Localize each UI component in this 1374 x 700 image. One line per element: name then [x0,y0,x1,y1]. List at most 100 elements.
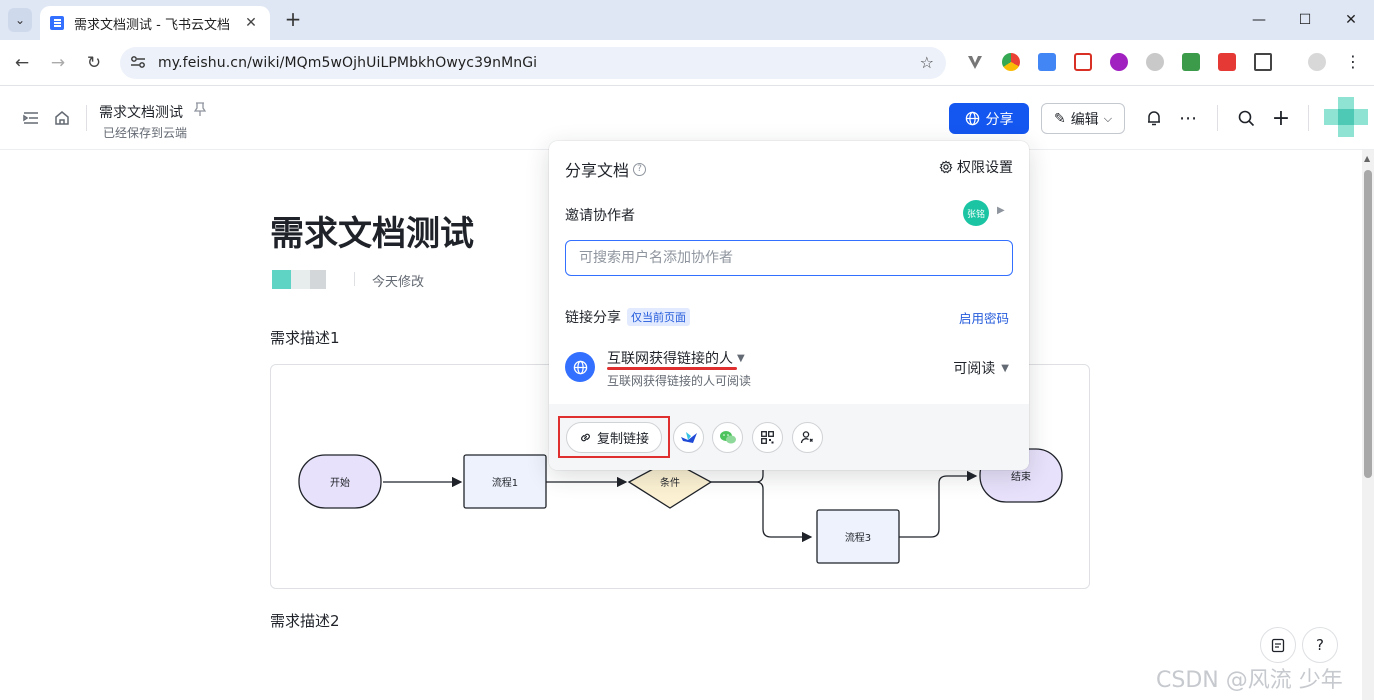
tab-title: 需求文档测试 - 飞书云文档 [74,17,230,33]
search-icon[interactable] [1237,109,1255,127]
minimize-button[interactable]: — [1236,0,1282,40]
share-popover: 分享文档 ? 权限设置 邀请协作者 张铭 ▶ 链接分享 仅当前页面 启用密码 互… [549,141,1029,470]
share-to-wechat-button[interactable] [712,422,743,453]
permission-settings-button[interactable]: 权限设置 [939,157,1013,177]
add-icon[interactable]: + [1272,106,1290,131]
chevron-right-icon[interactable]: ▶ [997,205,1005,216]
flow-label-condition: 条件 [660,476,680,489]
help-question-icon: ? [1316,636,1324,654]
browser-toolbar: ← → ↻ my.feishu.cn/wiki/MQm5wOjhUiLPMbkh… [0,40,1374,86]
edit-mode-button[interactable]: ✎ 编辑 ⌵ [1041,103,1125,134]
qr-code-button[interactable] [752,422,783,453]
permission-level-label: 可阅读 [953,361,996,377]
extension-translate-icon[interactable] [1038,53,1056,71]
help-button[interactable]: ? [1302,627,1338,663]
pencil-icon: ✎ [1053,110,1066,127]
connector-arrow [711,481,813,543]
bookmark-star-icon[interactable]: ☆ [920,53,934,72]
home-icon[interactable] [53,109,71,127]
share-popover-title: 分享文档 ? [565,157,647,181]
more-options-icon[interactable]: ⋯ [1179,108,1197,129]
extensions-puzzle-icon[interactable] [1254,53,1272,71]
new-tab-button[interactable]: + [282,8,304,30]
share-actions-footer: 复制链接 [549,404,1029,470]
gear-icon [939,160,953,174]
copy-link-label: 复制链接 [596,432,649,447]
extension-green-icon[interactable] [1182,53,1200,71]
divider [354,272,355,286]
extension-v-icon[interactable] [966,53,984,71]
author-avatar-blurred[interactable] [272,270,326,289]
link-icon [581,433,590,442]
extension-screenshot-icon[interactable] [1074,53,1092,71]
notification-bell-icon[interactable] [1145,109,1163,127]
arrow-right-icon: → [50,53,66,73]
collaborator-search-input[interactable] [565,240,1013,276]
pin-icon[interactable] [193,102,207,120]
extension-chrome-icon[interactable] [1002,53,1020,71]
user-avatar[interactable] [1324,97,1368,137]
arrow-left-icon: ← [14,53,30,73]
maximize-button[interactable]: ☐ [1282,0,1328,40]
paragraph-requirement-1[interactable]: 需求描述1 [270,327,340,348]
help-icon[interactable]: ? [633,162,647,176]
scope-badge: 仅当前页面 [627,308,690,326]
profile-avatar[interactable] [1308,53,1326,71]
invite-collaborators-label: 邀请协作者 [565,208,635,224]
wechat-icon [719,431,736,444]
reload-button[interactable]: ↻ [82,51,106,75]
user-link-icon [800,431,813,444]
edit-label: 编辑 [1070,111,1099,128]
sidebar-toggle-icon[interactable] [22,109,40,127]
link-share-label: 链接分享 仅当前页面 [565,307,690,327]
browser-tab-active[interactable]: 需求文档测试 - 飞书云文档 ✕ [40,6,270,40]
feishu-doc-favicon-icon [50,16,64,30]
forward-button[interactable]: → [46,51,70,75]
document-outline-icon [1271,638,1285,652]
document-outline-button[interactable] [1260,627,1296,663]
reload-icon: ↻ [86,53,102,73]
browser-tabstrip: ⌄ 需求文档测试 - 飞书云文档 ✕ + — ☐ ✕ [0,0,1374,40]
modified-time: 今天修改 [372,275,425,290]
address-bar[interactable]: my.feishu.cn/wiki/MQm5wOjhUiLPMbkhOwyc39… [120,47,946,79]
access-scope-label: 互联网获得链接的人 [607,351,733,367]
paragraph-requirement-2[interactable]: 需求描述2 [270,610,340,631]
qr-code-icon [761,431,774,444]
copy-link-button[interactable]: 复制链接 [566,422,662,453]
back-button[interactable]: ← [10,51,34,75]
extension-purple-icon[interactable] [1110,53,1128,71]
caret-down-icon: ▼ [737,352,745,364]
permission-settings-label: 权限设置 [957,160,1013,176]
connector-arrow [899,470,978,538]
permission-level-dropdown[interactable]: 可阅读 ▼ [953,358,1009,378]
flow-label-process3: 流程3 [845,531,871,544]
caret-down-icon: ▼ [1001,362,1009,374]
share-to-feishu-button[interactable] [673,422,704,453]
site-info-icon[interactable] [130,55,148,72]
document-title[interactable]: 需求文档测试 [270,206,474,255]
header-doc-name[interactable]: 需求文档测试 [99,102,183,122]
share-external-button[interactable] [792,422,823,453]
extension-heart-icon[interactable] [1146,53,1164,71]
divider [86,105,87,131]
scroll-up-arrow-icon[interactable]: ▲ [1364,154,1370,163]
feishu-logo-icon [680,431,697,443]
browser-menu-icon[interactable]: ⋮ [1344,53,1362,71]
access-scope-dropdown[interactable]: 互联网获得链接的人 ▼ [607,348,745,368]
close-window-button[interactable]: ✕ [1328,0,1374,40]
chevron-down-icon: ⌵ [1103,111,1113,125]
share-label: 分享 [985,111,1014,128]
internet-globe-icon [565,352,595,382]
tab-search-button[interactable]: ⌄ [8,8,32,32]
extension-red-icon[interactable] [1218,53,1236,71]
highlight-underline [607,367,737,370]
share-title-text: 分享文档 [565,161,630,180]
globe-icon [965,111,979,126]
page-scrollbar[interactable]: ▲ [1362,150,1374,700]
tab-close-icon[interactable]: ✕ [242,15,260,31]
share-button[interactable]: 分享 [949,103,1029,134]
collaborator-avatar[interactable]: 张铭 [963,200,989,226]
scrollbar-thumb[interactable] [1364,170,1372,478]
enable-password-link[interactable]: 启用密码 [959,308,1009,327]
watermark: CSDN @风流 少年 [1156,668,1343,693]
